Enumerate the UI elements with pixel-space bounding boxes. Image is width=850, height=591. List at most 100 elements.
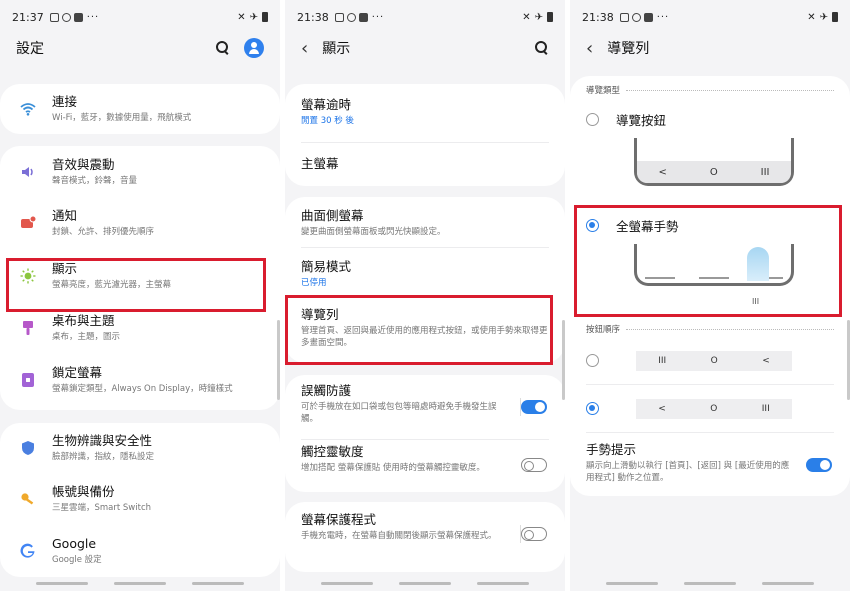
item-title: 鎖定螢幕 [52,365,103,380]
gesture-hint-toggle[interactable] [806,458,832,472]
status-bar: 21:38 ··· ✕ ✈ [285,0,565,34]
nav-gesture-hint [114,582,166,585]
section-header-label: 導覽類型 [586,86,621,96]
settings-item-accounts[interactable]: 帳號與備份 三星雲端，Smart Switch [0,481,280,517]
nav-gesture-hint [192,582,244,585]
notification-icon [20,215,37,231]
divider [301,142,549,143]
item-subtitle: 增加搭配 螢幕保護貼 使用時的螢幕觸控靈敏度。 [301,463,485,473]
settings-item-lock-screen[interactable]: 鎖定螢幕螢幕鎖定類型，Always On Display，時鐘樣式 [0,362,280,398]
settings-item-notifications[interactable]: 通知 封鎖、允許、排列優先順序 [0,205,280,241]
item-value: 閒置 30 秒 後 [301,116,354,126]
gallery-icon [619,12,629,22]
search-icon[interactable] [535,41,549,55]
nav-buttons-label[interactable]: 導覽按鈕 [616,110,666,129]
item-subtitle: 手機充電時，在螢幕自動關閉後顯示螢幕保護程式。 [301,531,497,541]
back-button-icon: < [658,404,666,414]
mute-icon: ✕ [237,11,246,23]
youtube-icon [73,12,83,22]
settings-item-connections[interactable]: 連接 Wi-Fi，藍牙，數據使用量，飛航模式 [0,93,280,125]
item-subtitle: Google 設定 [52,555,102,565]
airplane-icon: ✈ [534,11,543,23]
setting-edge-screen[interactable]: 曲面側螢幕 變更曲面側螢幕面板或閃光快顯設定。 [285,205,565,241]
nav-buttons-radio[interactable] [586,113,599,126]
nav-buttons-preview: < O III [634,138,794,186]
item-subtitle: 桌布，主題，圖示 [52,332,121,342]
battery-icon [832,12,838,22]
key-icon [20,491,36,507]
item-title: 通知 [52,208,78,223]
account-avatar[interactable] [244,38,264,58]
back-icon[interactable]: ‹ [586,38,593,59]
settings-item-google[interactable]: Google Google 設定 [0,533,280,569]
nav-gesture-hint [321,582,373,585]
item-subtitle: Wi-Fi，藍牙，數據使用量，飛航模式 [52,113,192,123]
page-title: 顯示 [322,41,351,57]
nav-gesture-hint [399,582,451,585]
recents-button-icon: III [761,404,770,414]
item-title: 主螢幕 [301,156,339,171]
highlight-box [285,295,553,365]
item-subtitle: 臉部辨識，指紋，隱私設定 [52,452,155,462]
display-screen: 21:38 ··· ✕ ✈ ‹ 顯示 螢幕逾時 閒置 30 秒 後 主螢幕 曲面側… [285,0,565,591]
sound-icon [20,164,36,180]
settings-item-sound[interactable]: 音效與震動聲音模式，鈴聲，音量 [0,154,280,190]
at-icon [631,12,641,22]
nav-gesture-hint [762,582,814,585]
divider [586,384,834,385]
setting-easy-mode[interactable]: 簡易模式 已停用 [285,256,565,292]
preview-nav-bar: < O III [637,161,791,183]
display-card-toggles: 誤觸防護 可於手機放在如口袋或包包等暗處時避免手機發生誤觸。 觸控靈敏度 增加搭配 … [285,375,565,492]
mute-icon: ✕ [807,11,816,23]
shield-icon [20,440,36,456]
home-button-icon: O [709,166,718,178]
settings-item-wallpaper[interactable]: 桌布與主題桌布，主題，圖示 [0,310,280,346]
theme-icon [20,320,36,336]
item-title: 桌布與主題 [52,313,115,328]
item-title: Google [52,536,97,551]
item-value: 已停用 [301,278,327,288]
search-icon[interactable] [216,41,230,55]
button-order-1-preview[interactable]: III O < [636,351,792,371]
at-icon [61,12,71,22]
item-subtitle: 可於手機放在如口袋或包包等暗處時避免手機發生誤觸。 [301,402,497,424]
settings-card-connections: 連接 Wi-Fi，藍牙，數據使用量，飛航模式 [0,84,280,134]
touch-sensitivity-toggle[interactable] [521,458,547,472]
gallery-icon [334,12,344,22]
item-title: 生物辨識與安全性 [52,433,153,448]
more-notifications-icon: ··· [86,11,100,23]
item-subtitle: 螢幕鎖定類型，Always On Display，時鐘樣式 [52,384,233,394]
settings-item-biometrics[interactable]: 生物辨識與安全性臉部辨識，指紋，隱私設定 [0,430,280,466]
app-bar: ‹ 顯示 [285,34,565,62]
scroll-indicator [277,320,280,400]
battery-icon [547,12,553,22]
screensaver-toggle[interactable] [521,527,547,541]
highlight-box [574,205,842,317]
divider [301,247,549,248]
settings-screen: 21:37 ··· ✕ ✈ 設定 連接 Wi-Fi，藍牙，數據使用量，飛航模式 [0,0,280,591]
page-title: 導覽列 [607,41,650,57]
more-notifications-icon: ··· [371,11,385,23]
item-title: 音效與震動 [52,157,115,172]
youtube-icon [643,12,653,22]
status-bar: 21:37 ··· ✕ ✈ [0,0,280,34]
item-title: 手勢提示 [586,442,637,457]
at-icon [346,12,356,22]
battery-icon [262,12,268,22]
back-icon[interactable]: ‹ [301,38,308,59]
page-title: 設定 [16,41,44,57]
button-order-1-radio[interactable] [586,354,599,367]
more-notifications-icon: ··· [656,11,670,23]
setting-home-screen[interactable]: 主螢幕 [285,150,565,178]
item-title: 觸控靈敏度 [301,444,364,459]
status-bar: 21:38 ··· ✕ ✈ [570,0,850,34]
accidental-touch-toggle[interactable] [521,400,547,414]
item-subtitle: 變更曲面側螢幕面板或閃光快顯設定。 [301,227,446,237]
button-order-2-preview[interactable]: < O III [636,399,792,419]
button-order-header: 按鈕順序 [586,323,834,335]
button-order-2-radio[interactable] [586,402,599,415]
item-subtitle: 聲音模式，鈴聲，音量 [52,176,138,186]
navigation-bar-screen: 21:38 ··· ✕ ✈ ‹ 導覽列 導覽類型 導覽按鈕 < O III 全螢… [570,0,850,591]
setting-screen-timeout[interactable]: 螢幕逾時 閒置 30 秒 後 [285,94,565,130]
back-button-icon: < [762,356,770,366]
